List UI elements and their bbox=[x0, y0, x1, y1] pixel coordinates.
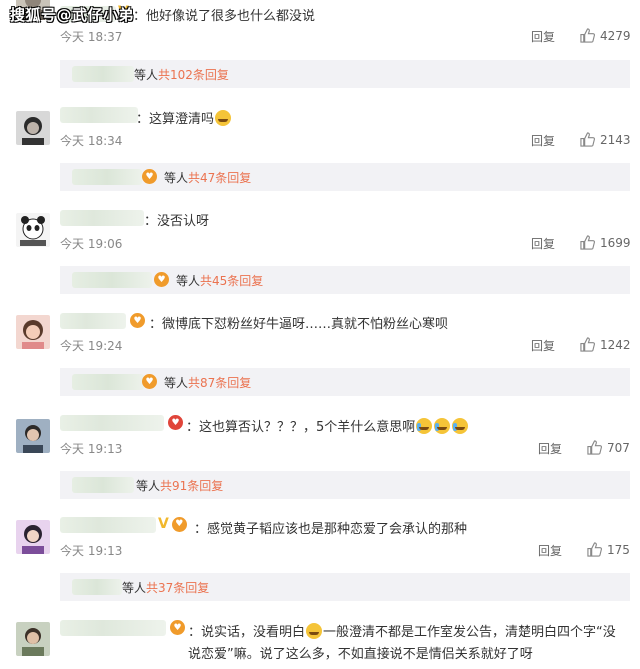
sub-others: 等人 bbox=[134, 68, 159, 82]
avatar[interactable] bbox=[16, 520, 50, 554]
like-count: 2143 bbox=[600, 132, 631, 147]
comment-time: 今天 18:34 bbox=[60, 134, 123, 148]
sub-replies[interactable]: 等人共102条回复 bbox=[60, 60, 630, 88]
like-button[interactable]: 1242 bbox=[580, 337, 631, 352]
sub-reply-count[interactable]: 共102条回复 bbox=[158, 68, 229, 82]
like-button[interactable]: 1699 bbox=[580, 235, 631, 250]
fan-badge-icon: ♥ bbox=[168, 415, 183, 430]
sub-others: 等人 bbox=[164, 376, 189, 390]
reply-button[interactable]: 回复 bbox=[538, 440, 562, 457]
comment-text: ：微博底下怼粉丝好牛逼呀……真就不怕粉丝心寒呗 bbox=[149, 317, 449, 332]
fan-badge-icon: ♥ bbox=[170, 620, 185, 635]
like-count: 707 bbox=[607, 440, 630, 455]
like-count: 1699 bbox=[600, 235, 631, 250]
thumbs-up-icon bbox=[580, 235, 595, 250]
reply-button[interactable]: 回复 bbox=[531, 28, 555, 45]
comment-time: 今天 19:13 bbox=[60, 544, 123, 558]
crying-emoji bbox=[434, 418, 451, 434]
thumbs-up-icon bbox=[587, 440, 602, 455]
comment-text: ：他好像说了很多也什么都没说 bbox=[133, 9, 316, 24]
fan-badge-icon: ♥ bbox=[130, 313, 145, 328]
like-count: 4279 bbox=[600, 28, 631, 43]
sub-replies[interactable]: ♥ 等人共45条回复 bbox=[60, 266, 630, 294]
laughing-emoji bbox=[306, 623, 323, 639]
sub-reply-count[interactable]: 共45条回复 bbox=[200, 274, 263, 288]
reply-button[interactable]: 回复 bbox=[531, 132, 555, 149]
sub-replies[interactable]: 等人共91条回复 bbox=[60, 471, 630, 499]
comment-text: ：没否认呀 bbox=[144, 214, 210, 229]
sub-replies[interactable]: ♥ 等人共47条回复 bbox=[60, 163, 630, 191]
laughing-emoji bbox=[215, 110, 232, 126]
watermark: 搜狐号@武仔小弟 bbox=[10, 6, 135, 24]
like-button[interactable]: 707 bbox=[587, 440, 630, 455]
avatar[interactable] bbox=[16, 315, 50, 349]
reply-button[interactable]: 回复 bbox=[531, 235, 555, 252]
verified-icon: V bbox=[158, 516, 169, 532]
like-count: 175 bbox=[607, 542, 630, 557]
reply-button[interactable]: 回复 bbox=[538, 542, 562, 559]
comment-time: 今天 19:24 bbox=[60, 339, 123, 353]
sub-reply-count[interactable]: 共37条回复 bbox=[146, 581, 209, 595]
sub-replies[interactable]: ♥ 等人共87条回复 bbox=[60, 368, 630, 396]
comment-time: 今天 18:37 bbox=[60, 30, 123, 44]
fan-badge-icon: ♥ bbox=[142, 374, 157, 389]
crying-emoji bbox=[416, 418, 433, 434]
comment-text: ：说实话，没看明白 一般澄清不都是工作室发公告，清楚明白四个字“没 bbox=[188, 623, 616, 640]
thumbs-up-icon bbox=[580, 337, 595, 352]
username-blurred[interactable] bbox=[60, 107, 138, 123]
username-blurred[interactable] bbox=[60, 415, 164, 431]
sub-others: 等人 bbox=[136, 479, 161, 493]
sub-reply-count[interactable]: 共91条回复 bbox=[160, 479, 223, 493]
username-blurred[interactable] bbox=[60, 620, 166, 636]
avatar[interactable] bbox=[16, 622, 50, 656]
sub-others: 等人 bbox=[122, 581, 147, 595]
avatar[interactable] bbox=[16, 213, 50, 247]
reply-button[interactable]: 回复 bbox=[531, 337, 555, 354]
username-blurred[interactable] bbox=[60, 210, 144, 226]
comment-text: ：这算澄清吗 bbox=[136, 108, 232, 127]
fan-badge-icon: ♥ bbox=[142, 169, 157, 184]
like-count: 1242 bbox=[600, 337, 631, 352]
like-button[interactable]: 2143 bbox=[580, 132, 631, 147]
sub-reply-count[interactable]: 共87条回复 bbox=[188, 376, 251, 390]
sub-others: 等人 bbox=[164, 171, 189, 185]
sub-others: 等人 bbox=[176, 274, 201, 288]
username-blurred[interactable] bbox=[60, 313, 126, 329]
sub-reply-count[interactable]: 共47条回复 bbox=[188, 171, 251, 185]
comment-text: ：感觉黄子韬应该也是那种恋爱了会承认的那种 bbox=[194, 522, 468, 537]
thumbs-up-icon bbox=[580, 132, 595, 147]
avatar[interactable] bbox=[16, 419, 50, 453]
comment-text: ：这也算否认？？？，5个羊什么意思啊 bbox=[186, 416, 469, 435]
thumbs-up-icon bbox=[580, 28, 595, 43]
fan-badge-icon: ♥ bbox=[171, 516, 187, 532]
username-blurred[interactable] bbox=[60, 517, 156, 533]
fan-badge-icon: ♥ bbox=[154, 272, 169, 287]
like-button[interactable]: 4279 bbox=[580, 28, 631, 43]
comment-text-line-2: 说恋爱”嘛。说了这么多，不如直接说不是情侣关系就好了呀 bbox=[188, 647, 533, 662]
like-button[interactable]: 175 bbox=[587, 542, 630, 557]
sub-replies[interactable]: 等人共37条回复 bbox=[60, 573, 630, 601]
crying-emoji bbox=[452, 418, 469, 434]
comment-time: 今天 19:13 bbox=[60, 442, 123, 456]
thumbs-up-icon bbox=[587, 542, 602, 557]
comment-time: 今天 19:06 bbox=[60, 237, 123, 251]
avatar[interactable] bbox=[16, 111, 50, 145]
